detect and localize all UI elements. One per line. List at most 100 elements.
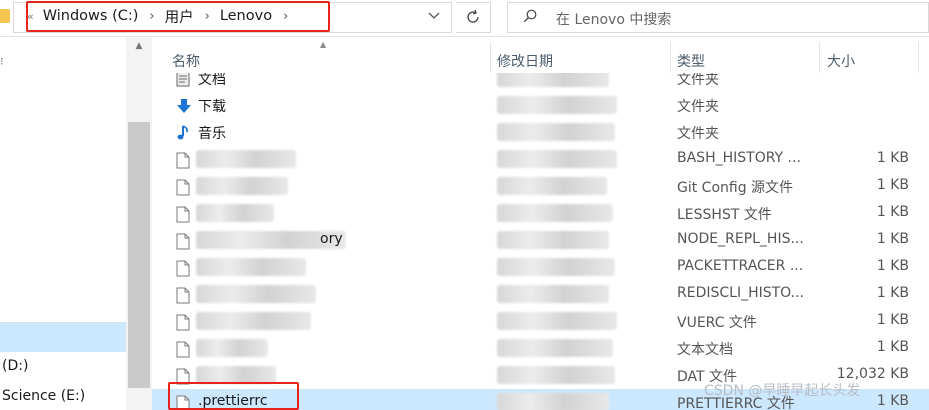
address-toolbar: « Windows (C:) › 用户 › Lenovo › 在 Lenovo …: [0, 0, 929, 37]
file-row[interactable]: BASH_HISTORY ... 1 KB: [152, 146, 929, 173]
file-type: BASH_HISTORY ...: [677, 150, 801, 166]
file-icon: [176, 152, 190, 169]
redacted-date: [497, 123, 615, 141]
file-row[interactable]: DAT 文件 12,032 KB: [152, 362, 929, 389]
file-row[interactable]: REDISCLI_HISTO... 1 KB: [152, 281, 929, 308]
redacted-date: [497, 312, 617, 330]
file-type: LESSHST 文件: [677, 207, 772, 223]
redacted-date: [497, 73, 609, 87]
music-note-icon: [176, 125, 190, 141]
breadcrumb: « Windows (C:) › 用户 › Lenovo ›: [27, 6, 295, 26]
file-row[interactable]: Git Config 源文件 1 KB: [152, 173, 929, 200]
file-name: 音乐: [198, 126, 226, 142]
file-size: 1 KB: [876, 231, 909, 247]
file-row[interactable]: 文本文档 1 KB: [152, 335, 929, 362]
file-icon: [176, 179, 190, 196]
file-icon: [176, 260, 190, 277]
file-name: ory: [320, 231, 343, 247]
column-headers: ▲ 名称 修改日期 类型 大小: [152, 37, 929, 73]
redacted-date: [497, 204, 613, 222]
redacted-date: [497, 366, 615, 384]
file-row[interactable]: 下载 文件夹: [152, 92, 929, 119]
scroll-up-arrow-icon[interactable]: ▲: [134, 41, 144, 51]
redacted-date: [497, 393, 609, 410]
file-row[interactable]: VUERC 文件 1 KB: [152, 308, 929, 335]
nav-expand-icon[interactable]: ⁝: [0, 55, 4, 68]
file-size: 1 KB: [876, 285, 909, 301]
column-header-size[interactable]: 大小: [827, 51, 855, 71]
file-list: 文档 文件夹 下载 文件夹 音乐 文件夹 BASH_HISTORY ... 1 KB Git C…: [152, 73, 929, 410]
breadcrumb-item-lenovo[interactable]: Lenovo: [217, 8, 275, 24]
search-placeholder: 在 Lenovo 中搜索: [556, 12, 672, 28]
column-divider[interactable]: [670, 42, 671, 73]
refresh-icon: [467, 9, 479, 23]
file-size: 1 KB: [876, 339, 909, 355]
redacted-date: [497, 258, 615, 276]
file-type: NODE_REPL_HIS...: [677, 231, 804, 247]
redacted-filename: [196, 339, 268, 357]
redacted-filename: [196, 204, 274, 222]
column-header-name[interactable]: 名称: [172, 51, 200, 71]
column-divider[interactable]: [918, 42, 919, 73]
column-divider[interactable]: [490, 42, 491, 73]
file-icon: [176, 395, 190, 410]
redacted-date: [497, 285, 609, 303]
file-row[interactable]: 文档 文件夹: [152, 73, 929, 92]
file-type: Git Config 源文件: [677, 180, 794, 196]
file-type: REDISCLI_HISTO...: [677, 285, 804, 301]
redacted-filename: [196, 258, 306, 276]
file-size: 1 KB: [876, 177, 909, 193]
chevron-right-icon[interactable]: ›: [141, 9, 161, 24]
file-type: 文件夹: [677, 73, 719, 88]
redacted-filename: [196, 285, 316, 303]
navigation-pane: ⁝ (D:) Science (E:) ▲: [0, 37, 152, 410]
breadcrumb-overflow-icon[interactable]: «: [27, 10, 40, 23]
search-input[interactable]: 在 Lenovo 中搜索: [507, 2, 929, 33]
chevron-right-icon[interactable]: ›: [275, 9, 295, 24]
redacted-date: [497, 96, 617, 114]
chevron-down-icon[interactable]: [425, 9, 443, 25]
file-row[interactable]: LESSHST 文件 1 KB: [152, 200, 929, 227]
file-icon: [176, 368, 190, 385]
chevron-right-icon[interactable]: ›: [197, 9, 217, 24]
nav-selected-item[interactable]: [0, 322, 126, 352]
file-row[interactable]: .prettierrc PRETTIERRC 文件 1 KB: [152, 389, 929, 410]
redacted-date: [497, 339, 613, 357]
file-type: PACKETTRACER ...: [677, 258, 804, 274]
redacted-date: [497, 231, 609, 249]
nav-item-drive-e[interactable]: Science (E:): [2, 388, 85, 404]
file-type: 文件夹: [677, 99, 719, 115]
file-icon: [176, 206, 190, 223]
file-row[interactable]: ory NODE_REPL_HIS... 1 KB: [152, 227, 929, 254]
nav-item-drive-d[interactable]: (D:): [2, 358, 28, 374]
refresh-button[interactable]: [456, 2, 491, 33]
file-type: 文件夹: [677, 126, 719, 142]
file-size: 1 KB: [876, 393, 909, 409]
redacted-filename: [196, 177, 288, 195]
file-icon: [176, 233, 190, 250]
nav-scrollbar-thumb[interactable]: [128, 122, 150, 388]
file-size: 1 KB: [876, 150, 909, 166]
breadcrumb-item-users[interactable]: 用户: [162, 6, 197, 27]
file-type: VUERC 文件: [677, 315, 757, 331]
file-type: PRETTIERRC 文件: [677, 396, 795, 410]
file-size: 12,032 KB: [836, 366, 909, 382]
redacted-filename: [196, 312, 311, 330]
column-divider[interactable]: [819, 42, 820, 73]
file-row[interactable]: PACKETTRACER ... 1 KB: [152, 254, 929, 281]
breadcrumb-item-drive[interactable]: Windows (C:): [40, 8, 142, 24]
file-name: 文档: [198, 73, 226, 88]
file-type: 文本文档: [677, 342, 733, 358]
file-icon: [176, 287, 190, 304]
file-size: 1 KB: [876, 312, 909, 328]
search-icon: [523, 9, 537, 23]
file-size: 1 KB: [876, 258, 909, 274]
redacted-date: [497, 150, 617, 168]
file-row[interactable]: 音乐 文件夹: [152, 119, 929, 146]
column-header-type[interactable]: 类型: [677, 51, 705, 71]
file-size: 1 KB: [876, 204, 909, 220]
redacted-date: [497, 177, 607, 195]
column-header-date[interactable]: 修改日期: [497, 51, 553, 71]
documents-icon: [176, 73, 190, 87]
redacted-filename: [196, 366, 276, 384]
